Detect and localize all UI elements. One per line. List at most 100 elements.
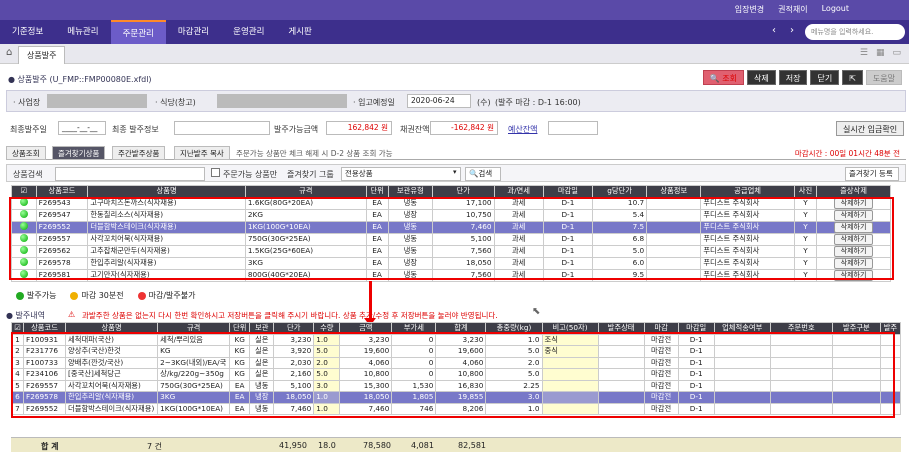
annotation-arrow [369, 281, 372, 323]
business-label: · 사업장 [13, 98, 41, 107]
warning-icon: ⚠ [68, 310, 76, 319]
available-amount-label: 발주가능금액 [274, 125, 319, 134]
budget-field [548, 121, 598, 135]
green-dot-icon [16, 291, 24, 300]
menu-operation-mgmt[interactable]: 운영관리 [221, 20, 276, 44]
sum-label: 합 계 [41, 442, 59, 451]
chevron-left-icon[interactable]: ‹ [772, 25, 776, 36]
sub-tabs: 상품조회 즐겨찾기상품 주간발주상품 지난발주 복사 주문가능 상품만 체크 해… [6, 146, 906, 160]
menu-nav: ‹ › [772, 25, 794, 36]
product-search-input[interactable] [55, 167, 205, 181]
orderable-label: 주문가능 상품만 [223, 170, 278, 179]
legend-orderable: 발주가능 [16, 290, 56, 301]
save-button[interactable]: 저장 [778, 70, 808, 85]
date-label-text: 입고예정일 [358, 98, 395, 107]
th: 보관유형 [387, 185, 434, 198]
filter-search-button[interactable]: 🔍검색 [465, 167, 501, 181]
th: 단위 [365, 185, 389, 198]
final-order-date: ____-__-__ [58, 121, 106, 135]
tab-product-order[interactable]: 상품발주 [18, 46, 66, 64]
business-field[interactable] [47, 94, 147, 108]
sum-total: 82,581 [458, 441, 486, 450]
final-info-label: 최종 발주정보 [112, 125, 159, 134]
tab-weekly-products[interactable]: 주간발주상품 [112, 146, 166, 160]
legend-30min: 마감 30분전 [70, 290, 124, 301]
chevron-down-icon[interactable]: ▾ [453, 168, 457, 176]
restaurant-label: · 식당(창고) [155, 98, 196, 107]
budget-link[interactable]: 예산잔액 [508, 124, 537, 135]
date-input[interactable]: 2020-06-24 [407, 94, 471, 108]
mouse-cursor-icon: ⬉ [532, 306, 541, 317]
search-conditions: · 사업장 · 식당(창고) · 입고예정일 2020-06-24 (수) (발… [6, 90, 906, 112]
tab-product-search[interactable]: 상품조회 [6, 146, 46, 160]
enter-change-link[interactable]: 입장변경 [735, 4, 764, 15]
balance-label: 채권잔액 [400, 125, 430, 134]
th: 상품코드 [35, 185, 89, 198]
menu-search-input[interactable]: 메뉴명을 입력하세요. [805, 24, 905, 40]
warning-text: 과발주한 상품은 없는지 다시 한번 확인하시고 저장버튼을 클릭해 주시기 바… [82, 311, 498, 320]
realtime-deposit-button[interactable]: 실시간 입금확인 [836, 121, 905, 136]
orderable-checkbox[interactable] [211, 168, 220, 177]
logout-link[interactable]: Logout [822, 4, 849, 15]
top-actions: 입장변경 권적재이 Logout [735, 4, 849, 15]
th: 단가 [432, 185, 495, 198]
legend-text: 마감 30분전 [81, 291, 124, 300]
close-button[interactable]: 닫기 [810, 70, 840, 85]
favorite-register-button[interactable]: 즐겨찾기 등록 [845, 167, 899, 181]
available-amount-value: 162,842 원 [326, 121, 392, 135]
window-icon[interactable]: ▭ [892, 48, 901, 58]
legend-text: 발주가능 [27, 291, 57, 300]
top-bar: 입장변경 권적재이 Logout [0, 0, 909, 20]
order-history-title: ● 발주내역 [6, 311, 45, 320]
list-icon[interactable]: ☰ [860, 48, 868, 58]
page-title: ● 상품발주 (U_FMP::FMP00080E.xfdl) [8, 75, 152, 84]
sum-amount: 78,580 [363, 441, 391, 450]
group-label: 즐겨찾기 그룹 [287, 170, 334, 179]
filter-search-label: 검색 [478, 169, 493, 178]
th: 상품정보 [646, 185, 702, 198]
search-button[interactable]: 🔍 조회 [702, 70, 744, 85]
sum-count: 7 건 [147, 442, 162, 451]
tab-copy-last-order[interactable]: 지난발주 복사 [174, 146, 230, 160]
header-check[interactable]: ☑ [11, 185, 37, 198]
page-header: ● 상품발주 (U_FMP::FMP00080E.xfdl) 🔍 조회 삭제 저… [6, 70, 906, 88]
th: 과/면세 [493, 185, 544, 198]
product-search-label: 상품검색 [13, 170, 43, 179]
legend-closed: 마감/발주불가 [137, 290, 196, 301]
final-order-label: 최종발주일 [10, 125, 47, 134]
tile-icon[interactable]: ▦ [876, 48, 885, 58]
home-icon[interactable]: ⌂ [6, 47, 12, 58]
menu-order-mgmt[interactable]: 주문관리 [110, 20, 166, 44]
legend-text: 마감/발주불가 [148, 291, 196, 300]
business-label-text: 사업장 [18, 98, 41, 107]
restaurant-label-text: 식당(창고) [160, 98, 196, 107]
th: 상품명 [87, 185, 246, 198]
menu-basic-info[interactable]: 기준정보 [0, 20, 55, 44]
group-select[interactable]: 전용상품 [341, 167, 461, 181]
final-info-field [174, 121, 270, 135]
page-title-text: 상품발주 (U_FMP::FMP00080E.xfdl) [17, 75, 152, 84]
tab-favorite-products[interactable]: 즐겨찾기상품 [52, 146, 106, 160]
switch-link[interactable]: 권적재이 [778, 4, 807, 15]
th: 마감일 [542, 185, 594, 198]
tab-bar: ⌂ 상품발주 ☰ ▦ ▭ [0, 44, 909, 64]
deadline-notice: 마감시간 : 00일 01시간 48분 전 [794, 149, 900, 158]
menu-closing-mgmt[interactable]: 마감관리 [166, 20, 221, 44]
summary-row: 합 계 7 건 41,950 18.0 78,580 4,081 82,581 [11, 437, 901, 452]
help-button[interactable]: 도움말 [865, 70, 902, 85]
restaurant-field[interactable] [217, 94, 347, 108]
th: 공급업체 [700, 185, 795, 198]
sum-qty: 18.0 [318, 441, 336, 450]
order-history-header: ● 발주내역 ⚠ 과발주한 상품은 없는지 다시 한번 확인하시고 저장버튼을 … [4, 309, 904, 321]
th: g당단가 [592, 185, 648, 198]
menu-board[interactable]: 게시판 [276, 20, 323, 44]
filter-bar: 상품검색 주문가능 상품만 즐겨찾기 그룹 전용상품 ▾ 🔍검색 즐겨찾기 등록 [6, 164, 906, 182]
delete-button[interactable]: 삭제 [747, 70, 776, 85]
chevron-right-icon[interactable]: › [790, 25, 794, 36]
export-icon[interactable]: ⇱ [842, 70, 863, 85]
product-table-header: ☑ 상품코드 상품명 규격 단위 보관유형 단가 과/면세 마감일 g당단가 상… [11, 185, 891, 198]
menu-menu-mgmt[interactable]: 메뉴관리 [55, 20, 110, 44]
highlight-box-products [9, 197, 894, 280]
status-legend: 발주가능 마감 30분전 마감/발주불가 [16, 290, 195, 301]
balance-value: -162,842 원 [430, 121, 498, 135]
